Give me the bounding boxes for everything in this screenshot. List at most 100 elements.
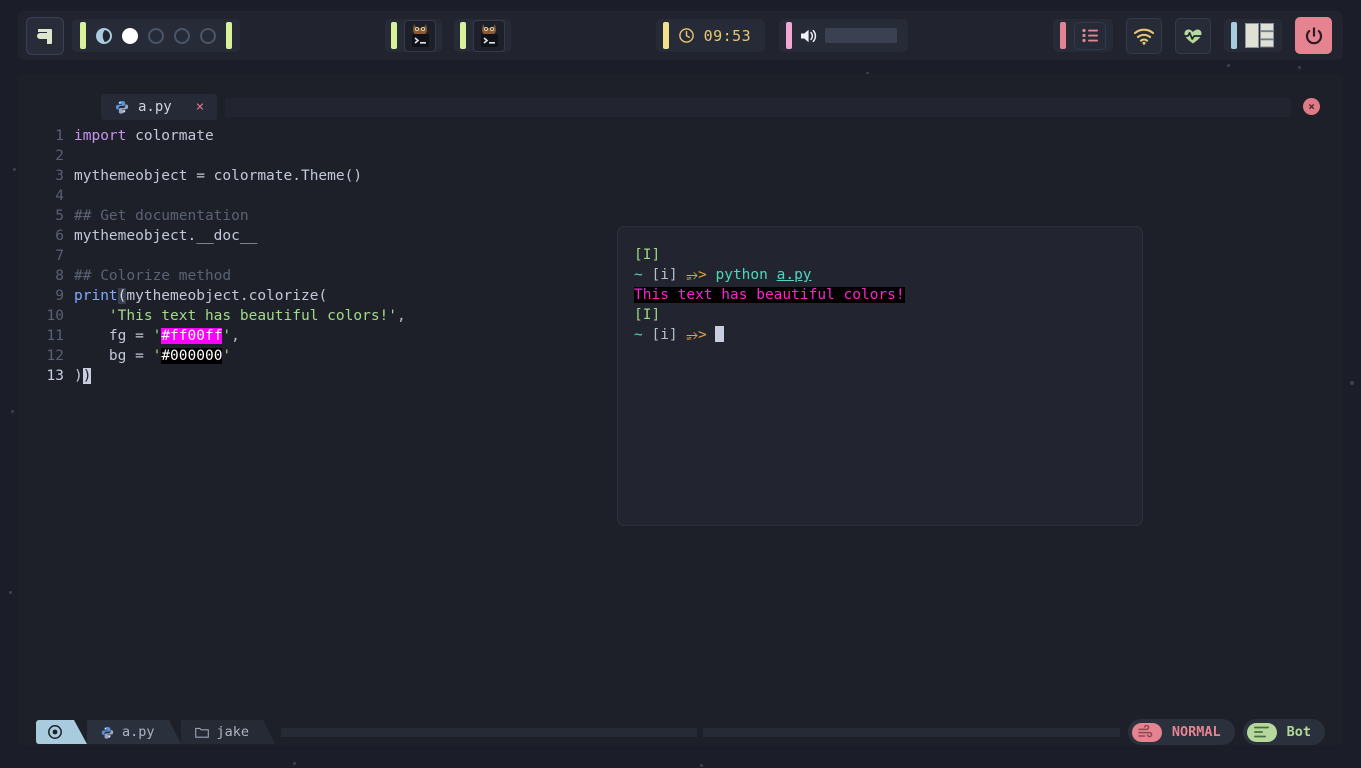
accent-bar [1060,22,1066,49]
line-number: 3 [55,168,64,184]
python-icon [101,726,114,739]
status-filler-left [281,727,698,737]
code-token: ## Get documentation [74,208,249,224]
volume-slider[interactable] [825,28,898,43]
terminal-line: [I] [634,245,1126,265]
accent-bar [80,22,86,49]
volume-module[interactable] [779,19,909,52]
clock-time: 09:53 [703,26,752,45]
terminal-window-icon[interactable] [472,19,505,52]
code-token: ) [82,368,92,384]
desktop-dot [700,764,703,767]
line-number: 1 [55,128,64,144]
code-token: , [397,308,406,324]
code-token: import [74,128,127,144]
line-number: 13 [46,368,64,384]
code-line-content: bg = '#000000' [74,346,231,366]
layout-module[interactable] [1224,19,1282,52]
desktop-dot [1350,381,1354,385]
record-icon[interactable] [36,720,74,744]
clock-module[interactable]: 09:53 [655,19,766,52]
taskbar-window-2[interactable] [453,19,511,52]
accent-bar [786,22,793,49]
line-number: 7 [55,248,64,264]
code-line[interactable]: 5 ## Get documentation [18,206,1343,226]
code-line[interactable]: 2 [18,146,1343,166]
workspace-indicators[interactable] [96,19,216,52]
top-bar: 09:53 [18,11,1343,60]
status-bar: a.py jake NORMAL Bot [18,718,1343,746]
status-position-pill[interactable]: Bot [1242,719,1326,745]
terminal-token: [i] [651,327,678,343]
terminal-token: [i] [651,267,678,283]
code-line[interactable]: 1 import colormate [18,126,1343,146]
workspace-4[interactable] [174,27,190,44]
line-number: 10 [46,308,64,324]
code-token: ## Colorize method [74,268,232,284]
status-position-label: Bot [1286,724,1312,740]
notifications-module[interactable] [1053,19,1113,52]
terminal-window-icon[interactable] [403,19,436,52]
status-file[interactable]: a.py [87,720,169,744]
code-token: fg = [74,328,153,344]
python-icon [115,100,129,114]
workspace-2[interactable] [122,27,138,44]
desktop-dot [1227,64,1230,67]
desktop-dot [13,168,16,171]
speaker-icon[interactable] [799,27,818,45]
status-filler-right [703,727,1120,737]
terminal-token: ~ [634,327,643,343]
line-number: 6 [55,228,64,244]
folder-icon [194,726,209,738]
workspace-5[interactable] [200,27,216,44]
code-token: mythemeobject.colorize( [126,288,328,304]
line-number: 9 [55,288,64,304]
line-number: 4 [55,188,64,204]
tab-close-icon[interactable]: × [196,99,204,115]
status-project[interactable]: jake [180,720,264,744]
code-token: #ff00ff [161,328,223,344]
accent-bar [1231,22,1237,49]
window-close-icon[interactable]: × [1303,98,1320,115]
status-mode-label: NORMAL [1171,724,1221,740]
workspace-3[interactable] [148,27,164,44]
accent-bar [459,22,466,49]
clock-icon [678,27,695,44]
code-line-content: )) [74,366,92,386]
terminal-token: [I] [634,307,661,323]
editor-tab-bar: a.py × × [18,94,1343,120]
status-file-label: a.py [122,724,155,740]
terminal-token: a.py [776,267,812,283]
heart-pulse-icon[interactable] [1175,17,1211,54]
wifi-icon[interactable] [1126,17,1162,54]
code-line-content: 'This text has beautiful colors!', [74,306,406,326]
terminal-panel[interactable]: [I] ~ [i] ⭈> python a.py This text has bea… [617,226,1143,526]
line-number: 12 [46,348,64,364]
layout-icon[interactable] [1245,23,1275,48]
lines-icon [1246,722,1277,742]
power-icon[interactable] [1295,17,1332,54]
code-line[interactable]: 3 mythemeobject = colormate.Theme() [18,166,1343,186]
terminal-line: ~ [i] ⭈> [634,325,1126,345]
accent-bar [662,22,669,49]
code-token: ' [222,328,232,344]
status-slant [74,720,87,744]
status-mode-pill[interactable]: NORMAL [1127,719,1235,745]
tab-a-py[interactable]: a.py × [101,94,218,120]
code-line-content: fg = '#ff00ff', [74,326,240,346]
code-line-content: mythemeobject = colormate.Theme() [74,166,362,186]
code-token: bg = [74,348,153,364]
wind-icon [1131,722,1162,742]
line-number: 5 [55,208,64,224]
code-line-content: import colormate [74,126,214,146]
line-number: 2 [55,148,64,164]
terminal-token: This text has beautiful colors! [634,287,905,303]
workspace-1[interactable] [96,27,112,44]
code-line[interactable]: 4 [18,186,1343,206]
taskbar-window-1[interactable] [384,19,442,52]
launcher-a-icon[interactable] [26,16,64,55]
notification-list-icon[interactable] [1074,21,1106,50]
